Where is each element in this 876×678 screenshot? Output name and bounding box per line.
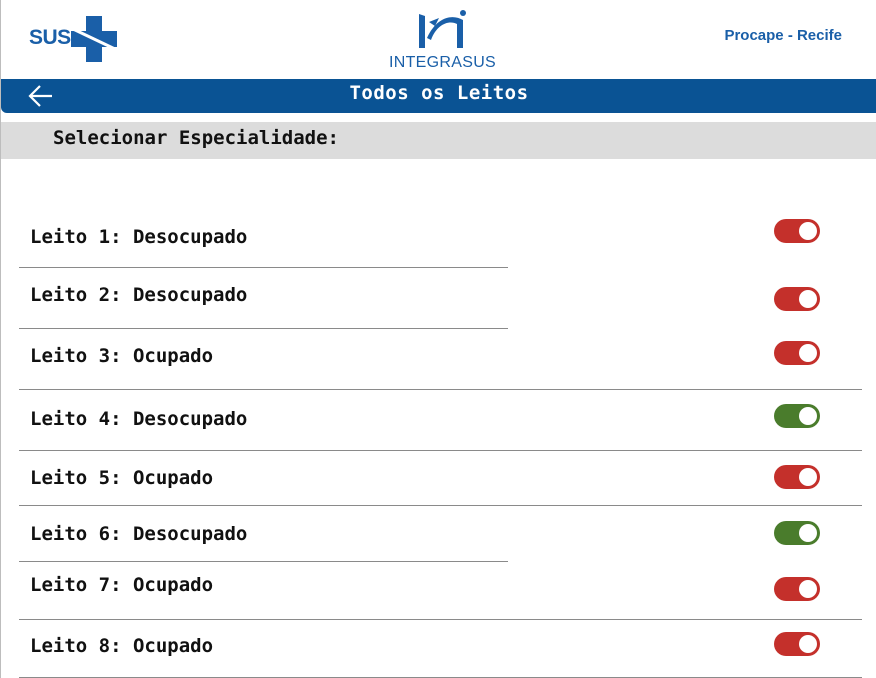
bed-status-toggle[interactable] xyxy=(774,632,820,656)
bed-label: Leito 6: Desocupado xyxy=(30,523,248,545)
page-title: Todos os Leitos xyxy=(349,82,529,104)
toggle-knob xyxy=(799,468,817,486)
toggle-knob xyxy=(799,407,817,425)
location-label: Procape - Recife xyxy=(724,27,842,44)
bed-row-6: Leito 6: Desocupado xyxy=(1,510,876,562)
bed-row-3: Leito 3: Ocupado xyxy=(1,330,876,390)
integrasus-mark-icon xyxy=(419,10,466,48)
specialty-selector[interactable]: Selecionar Especialidade: xyxy=(1,122,876,159)
row-divider xyxy=(19,505,862,506)
bed-status-toggle[interactable] xyxy=(774,287,820,311)
row-divider xyxy=(19,389,862,390)
bed-status-toggle[interactable] xyxy=(774,521,820,545)
row-divider xyxy=(19,450,862,451)
toggle-knob xyxy=(799,290,817,308)
bed-status-toggle[interactable] xyxy=(774,577,820,601)
bed-row-7: Leito 7: Ocupado xyxy=(1,565,876,620)
toggle-knob xyxy=(799,524,817,542)
bed-label: Leito 2: Desocupado xyxy=(30,284,248,306)
toggle-knob xyxy=(799,580,817,598)
bed-row-8: Leito 8: Ocupado xyxy=(1,625,876,678)
bed-label: Leito 7: Ocupado xyxy=(30,574,214,596)
bed-status-toggle[interactable] xyxy=(774,404,820,428)
bed-row-2: Leito 2: Desocupado xyxy=(1,272,876,329)
integrasus-logo: INTEGRASUS xyxy=(389,6,497,74)
bed-label: Leito 8: Ocupado xyxy=(30,635,214,657)
bed-status-toggle[interactable] xyxy=(774,219,820,243)
bed-row-5: Leito 5: Ocupado xyxy=(1,454,876,506)
title-bar: Todos os Leitos xyxy=(1,79,876,113)
bed-status-toggle[interactable] xyxy=(774,341,820,365)
bed-label: Leito 4: Desocupado xyxy=(30,408,248,430)
toggle-knob xyxy=(799,635,817,653)
row-divider xyxy=(19,267,508,268)
specialty-label: Selecionar Especialidade: xyxy=(53,127,339,149)
sus-cross-icon xyxy=(71,16,117,62)
row-divider xyxy=(19,328,508,329)
row-divider xyxy=(19,561,508,562)
bed-row-4: Leito 4: Desocupado xyxy=(1,393,876,451)
bed-label: Leito 3: Ocupado xyxy=(30,345,214,367)
bed-status-toggle[interactable] xyxy=(774,465,820,489)
toggle-knob xyxy=(799,344,817,362)
integrasus-text: INTEGRASUS xyxy=(389,54,497,71)
row-divider xyxy=(19,619,862,620)
bed-label: Leito 1: Desocupado xyxy=(30,226,248,248)
sus-logo: SUS xyxy=(29,16,117,62)
bed-row-1: Leito 1: Desocupado xyxy=(1,210,876,268)
app-header: SUS INTEGRASUS Procape - Recife xyxy=(1,0,876,80)
toggle-knob xyxy=(799,222,817,240)
bed-label: Leito 5: Ocupado xyxy=(30,467,214,489)
sus-logo-text: SUS xyxy=(29,26,71,49)
